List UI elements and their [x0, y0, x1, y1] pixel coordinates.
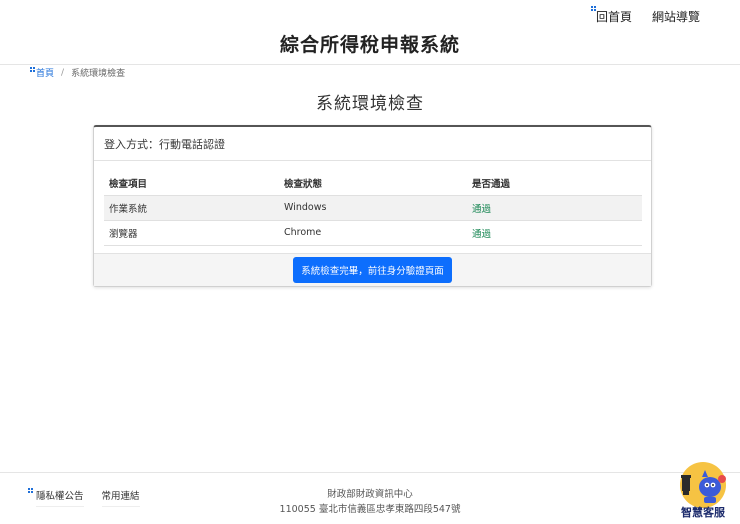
home-link[interactable]: 回首頁 — [590, 6, 632, 27]
login-method: 登入方式：行動電話認證 — [94, 127, 651, 161]
cell-status: Windows — [279, 195, 467, 221]
home-link-label: 回首頁 — [595, 10, 632, 24]
sitemap-link[interactable]: 網站導覽 — [652, 6, 700, 27]
column-header-status: 檢查狀態 — [279, 172, 467, 196]
dots-icon — [590, 6, 597, 12]
cell-item: 作業系統 — [104, 195, 279, 221]
check-table: 檢查項目 檢查狀態 是否通過 作業系統 Windows 通過 瀏覽器 Chrom… — [104, 172, 642, 246]
column-header-item: 檢查項目 — [104, 172, 279, 196]
footer-address: 110055 臺北市信義區忠孝東路四段547號 — [279, 504, 461, 515]
footer-divider — [0, 472, 740, 473]
proceed-button[interactable]: 系統檢查完畢，前往身分驗證頁面 — [293, 257, 452, 283]
card-footer: 系統檢查完畢，前往身分驗證頁面 — [94, 253, 651, 286]
header-divider — [0, 64, 740, 65]
breadcrumb-home[interactable]: 首頁 — [30, 66, 54, 79]
card-body: 檢查項目 檢查狀態 是否通過 作業系統 Windows 通過 瀏覽器 Chrom… — [94, 161, 651, 255]
breadcrumb-current: 系統環境檢查 — [71, 69, 126, 79]
breadcrumb-separator: / — [61, 67, 65, 78]
top-nav: 回首頁 網站導覽 — [590, 6, 700, 27]
site-title: 綜合所得稅申報系統 — [279, 34, 460, 56]
cell-result: 通過 — [467, 195, 642, 221]
footer-info: 財政部財政資訊中心 110055 臺北市信義區忠孝東路四段547號 — [0, 487, 740, 517]
smart-service-label: 智慧客服 — [681, 506, 725, 519]
cell-item: 瀏覽器 — [104, 220, 279, 246]
page-title: 系統環境檢查 — [316, 94, 424, 114]
table-row: 瀏覽器 Chrome 通過 — [104, 220, 642, 246]
breadcrumb: 首頁 / 系統環境檢查 — [30, 66, 125, 79]
smart-service-widget[interactable]: 智慧客服 — [672, 461, 734, 523]
table-header-row: 檢查項目 檢查狀態 是否通過 — [104, 172, 642, 196]
dots-icon — [30, 67, 36, 73]
check-card: 登入方式：行動電話認證 檢查項目 檢查狀態 是否通過 作業系統 Windows … — [93, 125, 652, 287]
column-header-result: 是否通過 — [467, 172, 642, 196]
cell-status: Chrome — [279, 220, 467, 246]
breadcrumb-home-label: 首頁 — [36, 69, 55, 79]
cell-result: 通過 — [467, 220, 642, 246]
footer-org: 財政部財政資訊中心 — [327, 489, 413, 500]
table-row: 作業系統 Windows 通過 — [104, 195, 642, 221]
